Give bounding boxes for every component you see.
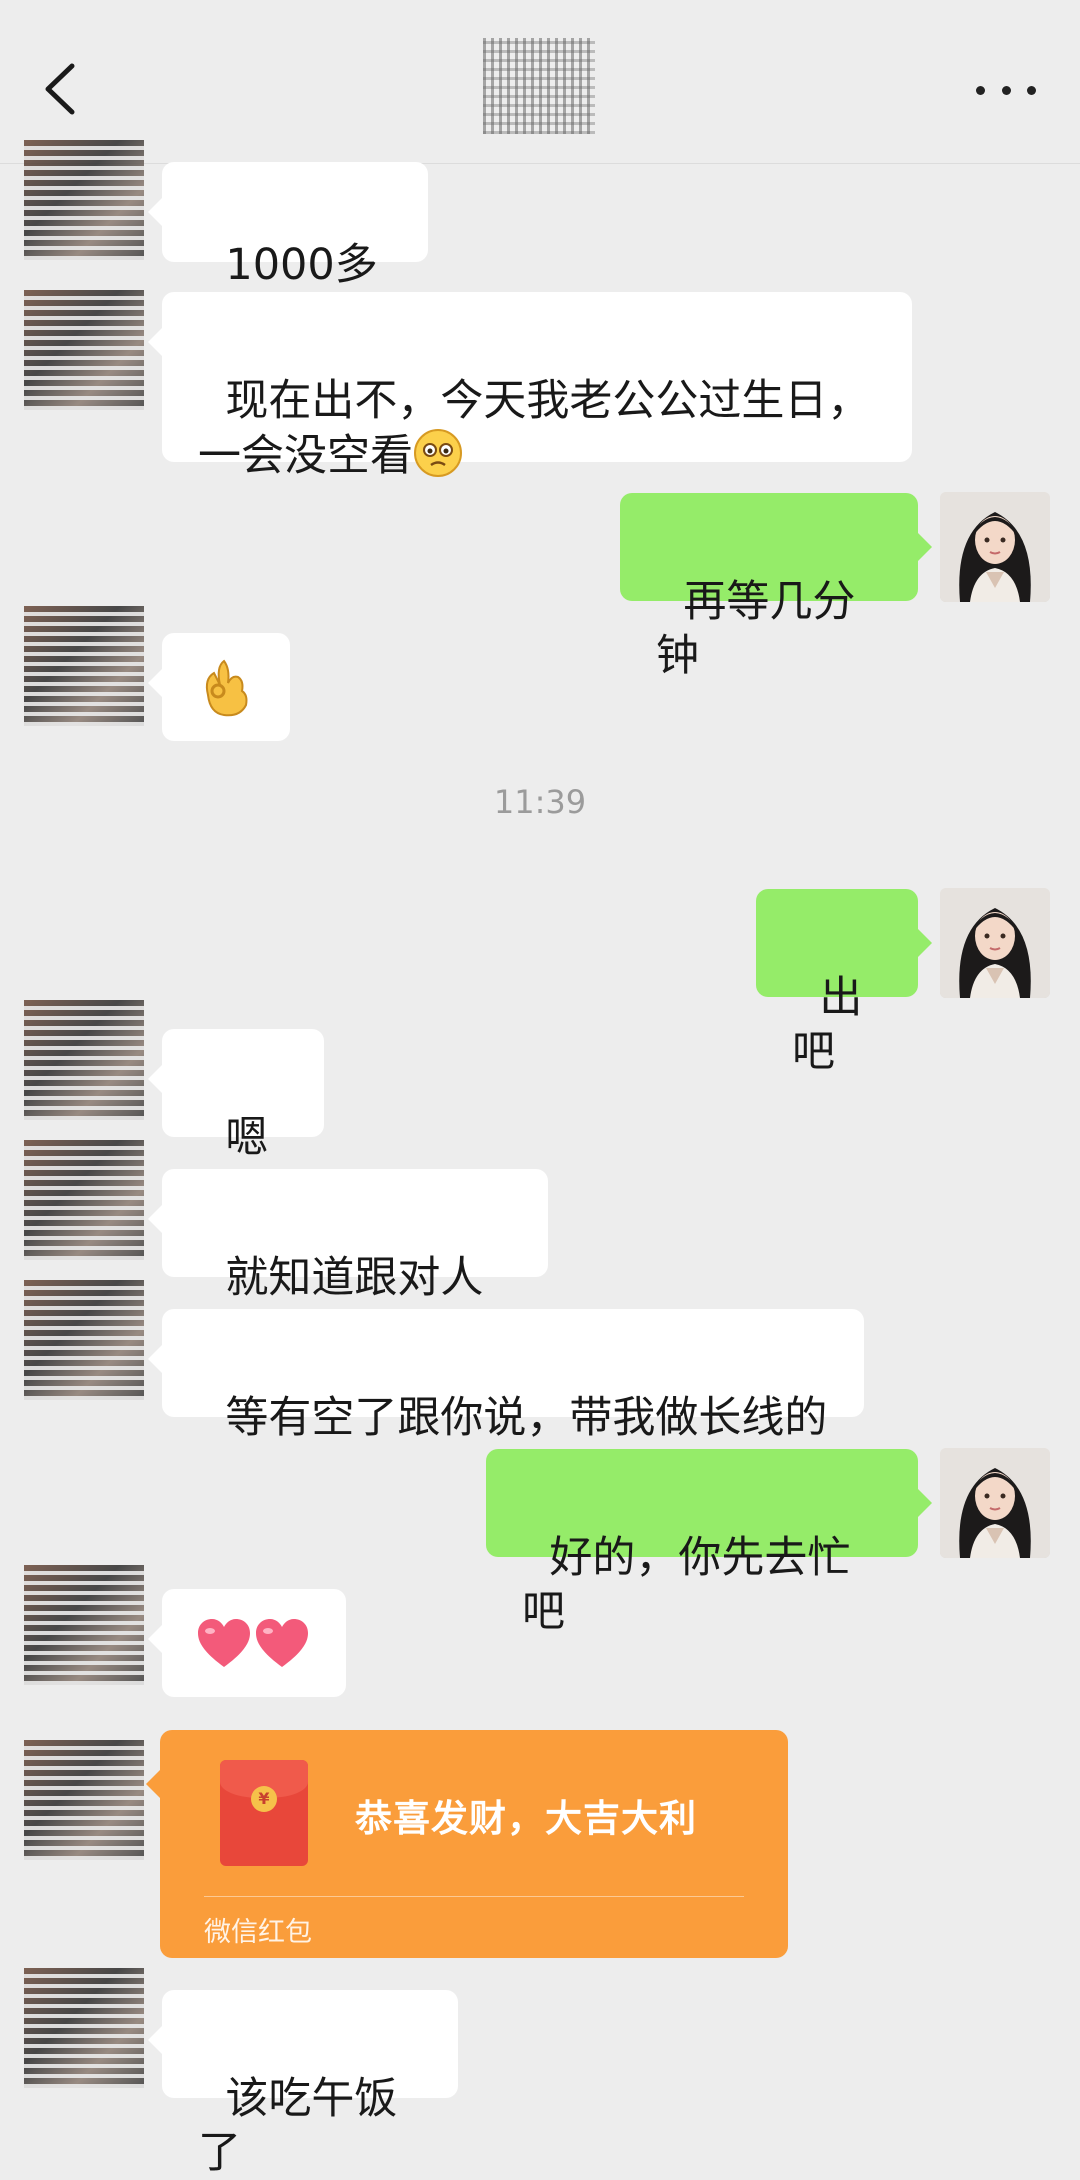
message-bubble-self[interactable]: 出吧 <box>756 889 932 1077</box>
message-bubble-self[interactable]: 再等几分钟 <box>620 493 932 681</box>
message-bubble[interactable]: 现在出不，今天我老公公过生日， 一会没空看 <box>148 292 912 481</box>
contact-avatar[interactable] <box>24 1280 144 1400</box>
chevron-left-icon <box>45 63 75 115</box>
message-bubble[interactable]: 等有空了跟你说，带我做长线的 <box>148 1309 864 1443</box>
message-text: 现在出不，今天我老公公过生日， 一会没空看 <box>198 376 871 481</box>
message-bubble-self[interactable]: 好的，你先去忙吧 <box>486 1449 932 1637</box>
back-button[interactable] <box>40 60 80 118</box>
red-packet-card[interactable]: ¥ 恭喜发财，大吉大利 微信红包 <box>146 1730 788 1958</box>
contact-avatar[interactable] <box>24 1140 144 1260</box>
message-bubble[interactable] <box>148 1589 346 1697</box>
contact-avatar[interactable] <box>24 1000 144 1120</box>
ellipsis-icon <box>976 85 985 95</box>
message-text: 再等几分钟 <box>656 577 856 681</box>
contact-avatar[interactable] <box>24 290 144 410</box>
red-envelope-icon: ¥ <box>220 1760 308 1866</box>
chat-title-obscured <box>483 38 595 134</box>
red-packet-title: 恭喜发财，大吉大利 <box>355 1797 697 1840</box>
contact-avatar[interactable] <box>24 1565 144 1685</box>
message-bubble[interactable]: 就知道跟对人了 <box>148 1169 548 1357</box>
message-bubble[interactable]: 嗯嗯 <box>148 1029 324 1217</box>
woozy-face-emoji <box>414 429 462 477</box>
message-text: 出吧 <box>792 973 863 1077</box>
message-bubble[interactable]: 该吃午饭了 <box>148 1990 458 2178</box>
divider <box>204 1896 744 1897</box>
message-text: 该吃午饭了 <box>198 2074 398 2178</box>
ok-hand-emoji <box>205 659 248 717</box>
contact-avatar[interactable] <box>24 1740 144 1860</box>
timestamp: 11:39 <box>493 783 587 821</box>
message-bubble[interactable] <box>148 633 290 741</box>
message-text: 好的，你先去忙吧 <box>522 1533 851 1637</box>
coin-icon: ¥ <box>251 1786 277 1812</box>
two-hearts-emoji <box>196 1617 310 1669</box>
contact-avatar[interactable] <box>24 606 144 726</box>
my-avatar[interactable] <box>940 1448 1050 1558</box>
contact-avatar[interactable] <box>24 140 144 260</box>
my-avatar[interactable] <box>940 492 1050 602</box>
more-button[interactable] <box>976 72 1036 108</box>
my-avatar[interactable] <box>940 888 1050 998</box>
contact-avatar[interactable] <box>24 1968 144 2088</box>
heart-icon <box>198 1619 250 1667</box>
chat-header <box>0 0 1080 164</box>
heart-icon <box>256 1619 308 1667</box>
message-bubble[interactable]: 1000多了 <box>148 162 428 344</box>
message-text: 等有空了跟你说，带我做长线的 <box>225 1393 828 1443</box>
red-packet-label: 微信红包 <box>204 1917 312 1948</box>
